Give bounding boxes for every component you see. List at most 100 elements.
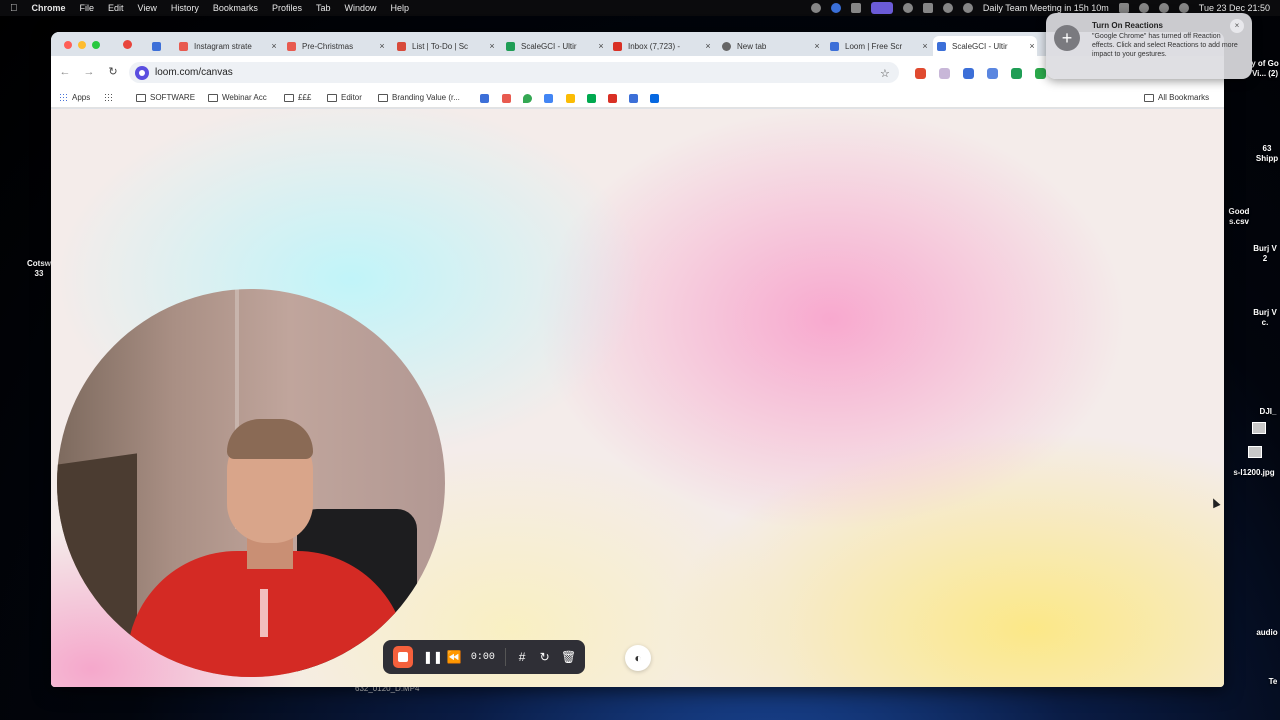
bookmark-apps[interactable]: Apps [59,93,90,102]
drive-icon[interactable] [566,94,575,103]
reactions-notification[interactable]: + Turn On Reactions "Google Chrome" has … [1046,13,1252,79]
meta-icon[interactable] [650,94,659,103]
close-notification-icon[interactable]: × [1230,19,1244,33]
close-tab-icon[interactable]: × [487,41,497,51]
close-tab-icon[interactable]: × [1027,41,1037,51]
reload-icon[interactable]: ↻ [106,66,120,78]
tab-pinned[interactable] [148,36,168,56]
menu-app-chrome[interactable]: Chrome [32,3,66,13]
tab-groups-icon [104,93,113,102]
moon-icon[interactable] [942,3,953,13]
link-icon[interactable] [987,68,998,79]
bookmark-star-icon[interactable]: ☆ [880,67,890,80]
bookmark-folder-editor[interactable]: Editor [327,93,362,102]
maps-icon[interactable] [523,94,532,103]
desktop-item-label[interactable]: Te [1266,677,1280,687]
desktop-item-label[interactable]: 63 Shipp [1254,144,1280,164]
zoom-window-button[interactable] [92,41,100,49]
tab-new-tab[interactable]: New tab × [718,36,822,56]
desktop-item-label[interactable]: DJI_ [1256,407,1280,417]
download-icon[interactable] [1035,68,1046,79]
calendar-icon[interactable] [544,94,553,103]
menu-view[interactable]: View [138,3,157,13]
bookmark-favicon-icon[interactable] [502,94,511,103]
tab-scalegci[interactable]: ScaleGCI - Ultir × [502,36,606,56]
zoom-icon[interactable] [830,3,841,13]
calendar-icon[interactable] [962,3,973,13]
tab-todo-list[interactable]: List | To-Do | Sc × [393,36,497,56]
loom-icon[interactable] [902,3,913,13]
delete-trash-icon[interactable]: 🗑 [561,651,576,663]
restart-icon[interactable]: ↻ [538,651,551,663]
tab-scalegci-active[interactable]: ScaleGCI - Ultir × [933,36,1037,56]
extension-icon[interactable] [850,3,861,13]
menu-tab[interactable]: Tab [316,3,331,13]
tab-pre-christmas[interactable]: Pre-Christmas × [283,36,387,56]
menu-profiles[interactable]: Profiles [272,3,302,13]
close-tab-icon[interactable]: × [377,41,387,51]
tab-loom[interactable]: Loom | Free Scr × [826,36,930,56]
calendar-event-text[interactable]: Daily Team Meeting in 15h 10m [983,3,1109,13]
bookmark-folder-branding[interactable]: Branding Value (r... [378,93,460,102]
menu-edit[interactable]: Edit [108,3,124,13]
webcam-bubble[interactable] [57,289,445,677]
datetime[interactable]: Tue 23 Dec 21:50 [1199,3,1270,13]
desktop-file-thumbnail[interactable] [1248,446,1262,458]
bookmark-favicon-icon[interactable] [480,94,489,103]
bookmark-folder-pounds[interactable]: £££ [284,93,311,102]
rewind-icon[interactable]: ⏪ [447,651,462,663]
stop-recording-button[interactable] [393,646,413,668]
tab-instagram[interactable]: Instagram strate × [175,36,279,56]
gmail-icon[interactable] [608,94,617,103]
draw-grid-icon[interactable]: # [516,651,529,663]
camera-options-button[interactable]: ◐ [625,645,651,671]
search-icon[interactable] [1158,3,1169,13]
extension-icon[interactable] [939,68,950,79]
apple-icon[interactable]:  [10,3,18,14]
extension-icon[interactable] [915,68,926,79]
menu-history[interactable]: History [171,3,199,13]
battery-icon[interactable] [1118,3,1129,13]
menu-help[interactable]: Help [390,3,409,13]
desktop-file-thumbnail[interactable] [1252,422,1266,434]
desktop-item-label[interactable]: y of Go Vi... (2) [1250,59,1280,79]
desktop-item-label[interactable]: Burj V2 [1250,244,1280,264]
app-status-icon[interactable] [922,3,933,13]
address-url[interactable]: loom.com/canvas [155,67,233,78]
forward-arrow-icon[interactable]: → [82,66,96,78]
desktop-item-label[interactable]: Good s.csv [1224,207,1254,227]
pause-icon[interactable]: ❚❚ [423,651,443,663]
meet-icon[interactable] [587,94,596,103]
wifi-icon[interactable] [1138,3,1149,13]
close-tab-icon[interactable]: × [703,41,713,51]
bookmark-folder-software[interactable]: SOFTWARE [136,93,195,102]
control-center-icon[interactable] [1178,3,1189,13]
close-tab-icon[interactable]: × [920,41,930,51]
all-bookmarks-button[interactable]: All Bookmarks [1144,93,1209,102]
microphone-icon[interactable] [810,3,821,13]
close-tab-icon[interactable]: × [596,41,606,51]
tab-gmail-inbox[interactable]: Inbox (7,723) - × [609,36,713,56]
desktop-item-label[interactable]: Burj Vc. [1250,308,1280,328]
gmail-icon [613,41,622,51]
extension-icon[interactable] [963,68,974,79]
close-window-button[interactable] [64,41,72,49]
tab-favicon-icon [179,41,188,51]
menu-window[interactable]: Window [344,3,376,13]
menu-bookmarks[interactable]: Bookmarks [213,3,258,13]
desktop-item-label[interactable]: s-l1200.jpg [1228,468,1280,478]
back-arrow-icon[interactable]: ← [58,66,72,78]
close-tab-icon[interactable]: × [269,41,279,51]
minimize-window-button[interactable] [78,41,86,49]
menu-file[interactable]: File [80,3,95,13]
tab-title: List | To-Do | Sc [412,41,469,51]
screen-share-icon[interactable] [870,2,893,14]
bookmark-folder-webinar[interactable]: Webinar Acc [208,93,267,102]
bookmark-favicon-icon[interactable] [629,94,638,103]
address-bar[interactable]: loom.com/canvas [129,62,899,83]
notification-title: Turn On Reactions [1092,21,1163,30]
extension-icon[interactable] [1011,68,1022,79]
close-tab-icon[interactable]: × [812,41,822,51]
bookmark-tab-groups[interactable] [104,93,113,102]
desktop-item-label[interactable]: audio [1254,628,1280,638]
